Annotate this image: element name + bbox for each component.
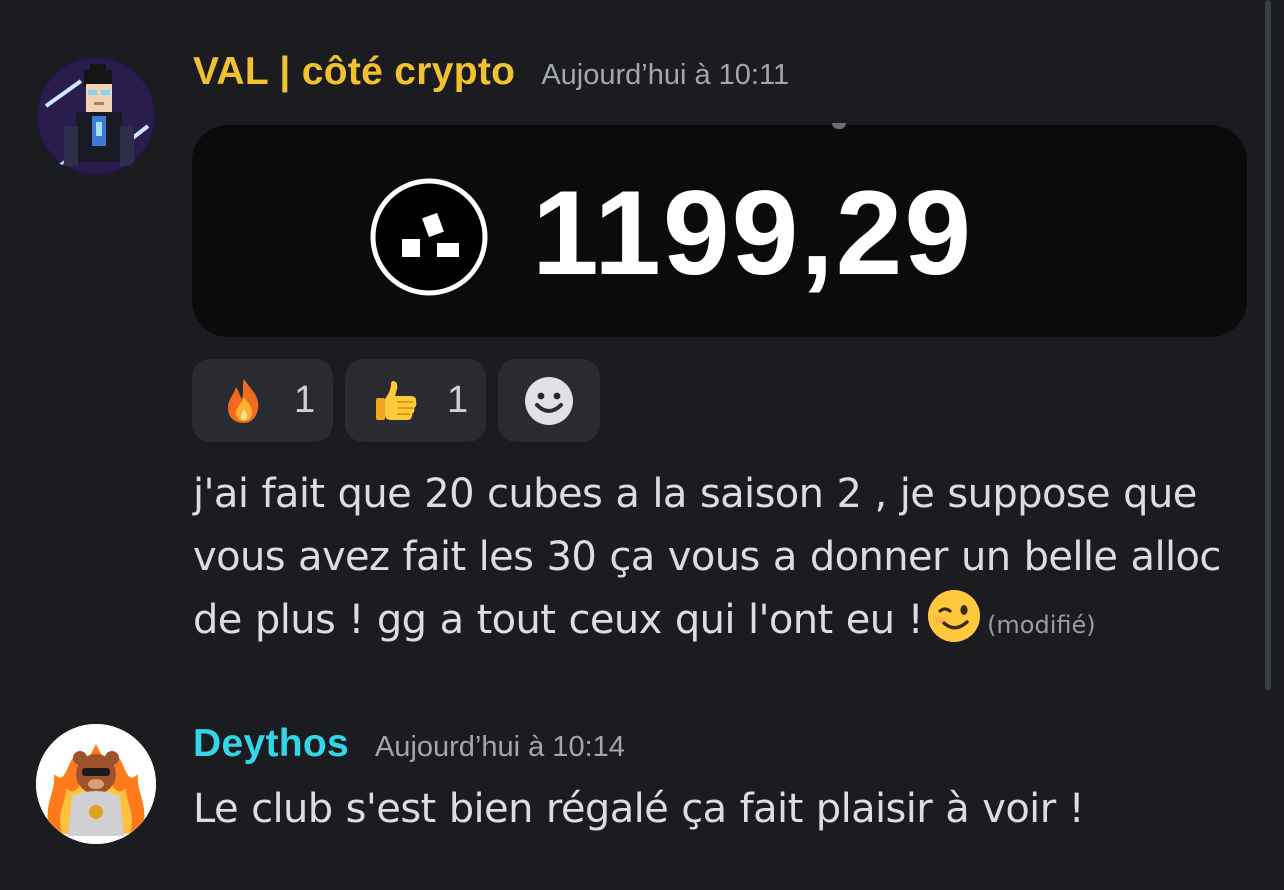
avatar[interactable] [36, 724, 156, 844]
message-header: VAL | côté crypto Aujourd’hui à 10:11 [193, 50, 789, 94]
chat-view: VAL | côté crypto Aujourd’hui à 10:11 11… [0, 0, 1284, 890]
embed-image[interactable]: 1199,29 [192, 123, 1247, 337]
add-reaction-button[interactable] [498, 359, 600, 442]
timestamp: Aujourd’hui à 10:14 [374, 731, 625, 763]
reaction-count: 1 [447, 379, 469, 421]
message-line: j'ai fait que 20 cubes a la saison 2 , j… [193, 471, 1197, 517]
bear-avatar [36, 724, 156, 844]
message-line: vous avez fait les 30 ça vous a donner u… [193, 534, 1221, 580]
thumbs-up-emoji-icon [376, 380, 417, 420]
message-text: Le club s'est bien régalé ça fait plaisi… [193, 786, 1085, 832]
message-text: j'ai fait que 20 cubes a la saison 2 , j… [193, 463, 1263, 657]
message-line: de plus ! gg a tout ceux qui l'ont eu ! [193, 597, 924, 643]
username[interactable]: Deythos [193, 722, 349, 766]
embed-amount: 1199,29 [532, 166, 974, 300]
wink-emoji-icon [928, 590, 981, 642]
pixel-art-avatar [36, 56, 156, 176]
avatar[interactable] [36, 56, 156, 176]
timestamp: Aujourd’hui à 10:11 [541, 59, 790, 91]
smiley-add-reaction-icon [525, 376, 573, 425]
reaction-fire[interactable]: 1 [192, 359, 333, 442]
reactions-bar: 1 1 [192, 359, 600, 442]
fire-emoji-icon [228, 378, 259, 423]
scrollbar[interactable] [1265, 0, 1271, 690]
reaction-thumbs-up[interactable]: 1 [345, 359, 486, 442]
message-header: Deythos Aujourd’hui à 10:14 [193, 722, 625, 766]
edited-label: (modifié) [987, 611, 1096, 639]
username[interactable]: VAL | côté crypto [193, 50, 515, 94]
coin-logo-icon [370, 178, 488, 296]
embed-notch [832, 123, 846, 129]
reaction-count: 1 [294, 379, 316, 421]
